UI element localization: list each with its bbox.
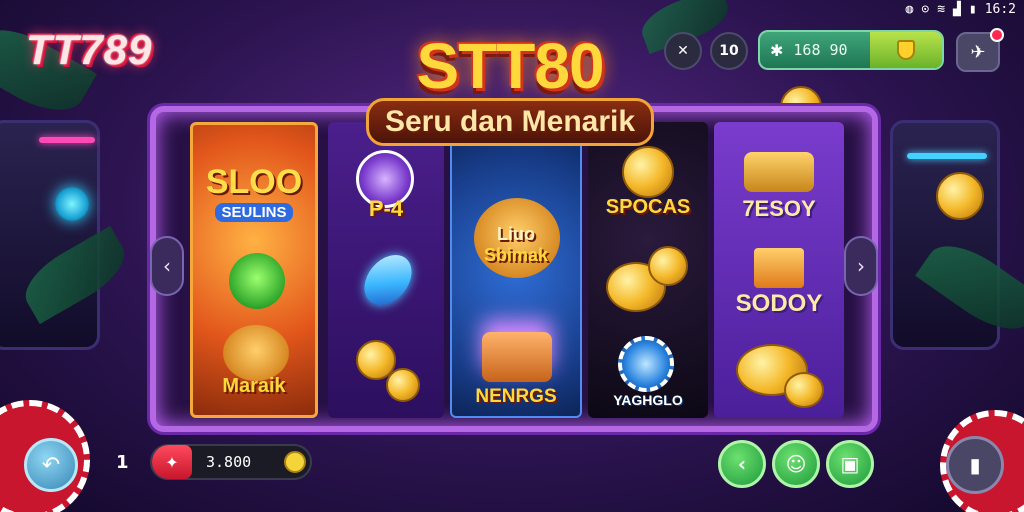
balance-value: 168 90 xyxy=(793,41,848,59)
bet-display[interactable]: ✦ 3.800 xyxy=(150,444,312,480)
battery-icon: ▮ xyxy=(968,2,977,17)
level-label: 10 xyxy=(719,43,739,59)
blue-chip-symbol xyxy=(618,336,674,392)
screen-icon: ▣ xyxy=(840,452,860,476)
gold-coin-symbol xyxy=(784,372,824,408)
plane-button[interactable]: ✈ xyxy=(956,28,1004,72)
star-icon: ✱ xyxy=(770,40,784,60)
speaker-light-bar xyxy=(907,153,987,159)
game-title-banner: STT80 Seru dan Menarik xyxy=(360,30,660,180)
clock: 16:2 xyxy=(984,2,1016,17)
speaker-lens xyxy=(55,187,89,221)
treasure-chest-symbol xyxy=(482,332,552,382)
blue-gem-symbol xyxy=(354,245,422,315)
settings-button[interactable]: ✕ xyxy=(664,32,702,70)
floating-coin-decor xyxy=(936,172,984,220)
symbol-p4: P-4 xyxy=(368,196,404,221)
wifi-icon: ≋ xyxy=(937,2,946,17)
balance-display[interactable]: ✱ 168 90 xyxy=(758,30,944,70)
symbol-7esoy: 7ESOY xyxy=(742,196,816,221)
reel-5[interactable]: 7ESOY SODOY xyxy=(714,122,844,418)
notification-dot xyxy=(990,28,1004,42)
symbol-nenrgs: NENRGS xyxy=(475,386,557,407)
symbol-sloo: SLOO SEULINS xyxy=(205,163,303,222)
level-button[interactable]: 10 xyxy=(710,32,748,70)
chevron-right-icon: › xyxy=(857,254,865,278)
add-balance-button[interactable] xyxy=(870,32,942,68)
green-badge-symbol xyxy=(229,253,285,309)
symbol-spocas: SPOCAS xyxy=(605,196,691,218)
gold-coin-symbol xyxy=(648,246,688,286)
level-indicator: 1 xyxy=(116,452,129,473)
chevron-left-icon: ‹ xyxy=(737,452,747,476)
status-bar: ◍ ⊙ ≋ ▟ ▮ 16:2 xyxy=(906,2,1016,17)
speaker-light-bar xyxy=(39,137,95,143)
star-icon: ✦ xyxy=(165,452,179,472)
lion-symbol xyxy=(223,325,289,381)
location-icon: ⊙ xyxy=(921,2,930,17)
symbol-maraik: Maraik xyxy=(222,375,286,397)
back-arrow-icon: ↶ xyxy=(41,452,61,478)
tools-icon: ✕ xyxy=(677,43,689,59)
reel-1[interactable]: SLOO SEULINS Maraik xyxy=(190,122,318,418)
signal-icon: ▟ xyxy=(953,2,961,17)
game-subtitle: Seru dan Menarik xyxy=(365,98,655,146)
bet-icon-button[interactable]: ✦ xyxy=(152,445,192,479)
chat-button[interactable]: ☺ xyxy=(772,440,820,488)
chat-icon: ☺ xyxy=(785,452,807,476)
scroll-right-button[interactable]: › xyxy=(844,236,878,296)
lock-icon: ▮ xyxy=(969,453,981,477)
symbol-bear-label: Liuo Sbimak xyxy=(483,224,549,265)
scroll-left-button[interactable]: ‹ xyxy=(150,236,184,296)
back-button[interactable]: ↶ xyxy=(24,438,78,492)
screen-button[interactable]: ▣ xyxy=(826,440,874,488)
brand-logo: TT789 xyxy=(26,26,153,73)
pyramid-symbol xyxy=(754,248,804,288)
game-title: STT80 xyxy=(416,30,604,102)
symbol-sodoy: SODOY xyxy=(735,290,823,317)
smiley-icon xyxy=(284,451,306,473)
gold-coin-symbol xyxy=(386,368,420,402)
shield-icon: ◍ xyxy=(905,2,914,17)
chevron-left-icon: ‹ xyxy=(163,254,171,278)
shield-icon xyxy=(897,40,915,60)
symbol-yaghglo: YAGHGLO xyxy=(613,392,683,408)
crown-chest-symbol xyxy=(744,152,814,192)
bet-value: 3.800 xyxy=(206,453,252,471)
back-nav-button[interactable]: ‹ xyxy=(718,440,766,488)
lock-button[interactable]: ▮ xyxy=(946,436,1004,494)
plane-icon: ✈ xyxy=(970,41,986,63)
